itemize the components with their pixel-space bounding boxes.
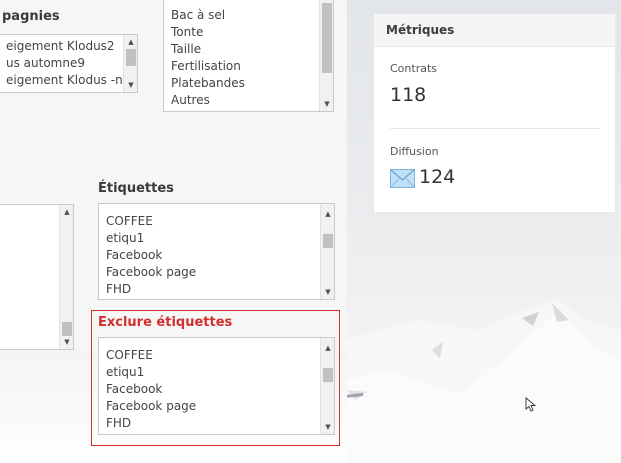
diffusion-label: Diffusion — [390, 145, 439, 158]
tags-listbox[interactable]: COFFEE etiqu1 Facebook Facebook page FHD… — [98, 203, 335, 300]
scroll-down-icon[interactable]: ▼ — [321, 285, 334, 299]
list-item[interactable]: Facebook page — [106, 264, 196, 281]
scroll-up-icon[interactable]: ▲ — [60, 205, 73, 219]
empty-listbox[interactable]: ▲ ▼ — [0, 204, 74, 350]
scroll-thumb[interactable] — [323, 368, 333, 382]
list-item[interactable]: Bac à sel — [171, 7, 225, 24]
companies-listbox[interactable]: eigement Klodus2 us automne9 eigement Kl… — [0, 34, 138, 93]
metrics-card: Métriques Contrats 118 Diffusion 124 — [373, 13, 616, 213]
tags-heading: Étiquettes — [98, 181, 174, 196]
scroll-up-icon[interactable]: ▲ — [124, 35, 137, 49]
list-item[interactable]: COFFEE — [106, 213, 153, 230]
scrollbar[interactable]: ▲ ▼ — [320, 204, 334, 299]
list-item[interactable]: us automne9 — [6, 55, 85, 72]
companies-heading: pagnies — [2, 9, 60, 24]
scroll-down-icon[interactable]: ▼ — [321, 420, 334, 434]
exclude-tags-listbox[interactable]: COFFEE etiqu1 Facebook Facebook page FHD… — [98, 337, 335, 435]
scrollbar[interactable]: ▲ ▼ — [123, 35, 137, 92]
metrics-divider — [390, 128, 600, 129]
list-item[interactable]: Facebook page — [106, 398, 196, 415]
list-item[interactable]: Fertilisation — [171, 58, 241, 75]
list-item[interactable]: etiqu1 — [106, 230, 144, 247]
scroll-thumb[interactable] — [322, 3, 332, 73]
scroll-down-icon[interactable]: ▼ — [124, 78, 137, 92]
exclude-tags-heading: Exclure étiquettes — [98, 315, 233, 330]
list-item[interactable]: Facebook — [106, 247, 162, 264]
services-listbox[interactable]: Bac à sel Tonte Taille Fertilisation Pla… — [163, 0, 334, 112]
mouse-pointer-icon — [525, 397, 537, 412]
list-item[interactable]: FHD — [106, 281, 131, 298]
list-item[interactable]: Tonte — [171, 24, 203, 41]
contracts-value: 118 — [390, 84, 427, 106]
list-item[interactable]: COFFEE — [106, 347, 153, 364]
list-item[interactable]: Platebandes — [171, 75, 245, 92]
list-item[interactable]: Taille — [171, 41, 201, 58]
scroll-up-icon[interactable]: ▲ — [321, 341, 334, 355]
list-item[interactable]: Autres — [171, 92, 210, 109]
scroll-thumb[interactable] — [62, 322, 72, 336]
envelope-icon — [390, 169, 415, 188]
contracts-label: Contrats — [390, 62, 438, 75]
scroll-down-icon[interactable]: ▼ — [320, 97, 333, 111]
list-item[interactable]: FHD — [106, 415, 131, 432]
scroll-down-icon[interactable]: ▼ — [60, 335, 73, 349]
scroll-up-icon[interactable]: ▲ — [321, 207, 334, 221]
list-item[interactable]: eigement Klodus -neige — [6, 72, 137, 89]
list-item[interactable]: Facebook — [106, 381, 162, 398]
diffusion-value: 124 — [419, 166, 456, 188]
scroll-thumb[interactable] — [323, 234, 333, 248]
list-item[interactable]: etiqu1 — [106, 364, 144, 381]
list-item[interactable]: eigement Klodus2 — [6, 38, 115, 55]
scrollbar[interactable]: ▲ ▼ — [320, 338, 334, 434]
scrollbar[interactable]: ▼ — [319, 0, 333, 111]
metrics-title: Métriques — [374, 14, 615, 47]
scroll-thumb[interactable] — [126, 49, 136, 66]
scrollbar[interactable]: ▲ ▼ — [59, 205, 73, 349]
